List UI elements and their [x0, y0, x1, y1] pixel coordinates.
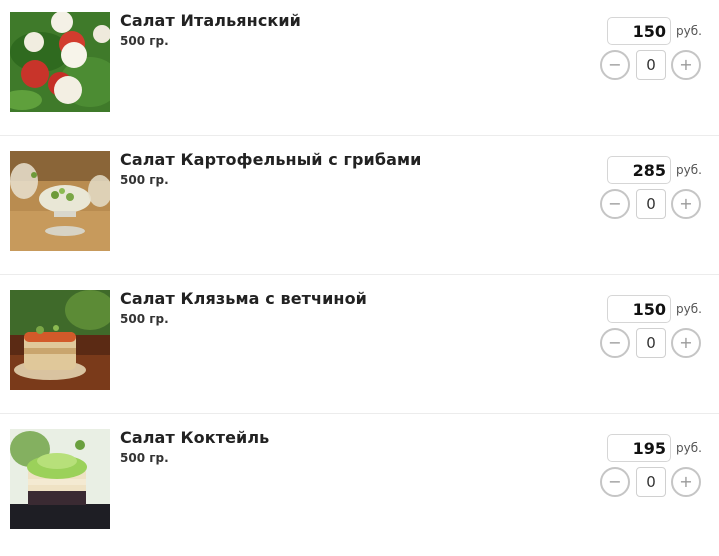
- decrease-quantity-button[interactable]: −: [600, 50, 630, 80]
- currency-label: руб.: [676, 302, 702, 316]
- price-field: 195: [607, 434, 671, 462]
- item-weight: 500 гр.: [120, 451, 169, 465]
- quantity-input[interactable]: 0: [636, 467, 666, 497]
- plus-icon: +: [679, 194, 693, 213]
- currency-label: руб.: [676, 163, 702, 177]
- decrease-quantity-button[interactable]: −: [600, 467, 630, 497]
- increase-quantity-button[interactable]: +: [671, 328, 701, 358]
- increase-quantity-button[interactable]: +: [671, 50, 701, 80]
- salad-cocktail-image[interactable]: [10, 429, 110, 529]
- plus-icon: +: [679, 472, 693, 491]
- item-weight: 500 гр.: [120, 173, 169, 187]
- item-weight: 500 гр.: [120, 312, 169, 326]
- divider: [0, 274, 719, 275]
- menu-item: Салат Картофельный с грибами 500 гр. 285…: [0, 139, 719, 278]
- increase-quantity-button[interactable]: +: [671, 189, 701, 219]
- minus-icon: −: [608, 194, 622, 213]
- menu-item: Салат Клязьма с ветчиной 500 гр. 150 руб…: [0, 278, 719, 417]
- currency-label: руб.: [676, 441, 702, 455]
- quantity-input[interactable]: 0: [636, 50, 666, 80]
- salad-caprese-image[interactable]: [10, 12, 110, 112]
- minus-icon: −: [608, 472, 622, 491]
- item-title: Салат Картофельный с грибами: [120, 150, 422, 169]
- divider: [0, 413, 719, 414]
- currency-label: руб.: [676, 24, 702, 38]
- divider: [0, 135, 719, 136]
- item-weight: 500 гр.: [120, 34, 169, 48]
- quantity-input[interactable]: 0: [636, 328, 666, 358]
- price-field: 285: [607, 156, 671, 184]
- menu-item: Салат Итальянский 500 гр. 150 руб. − 0 +: [0, 0, 719, 139]
- item-title: Салат Коктейль: [120, 428, 270, 447]
- menu-item: Салат Коктейль 500 гр. 195 руб. − 0 +: [0, 417, 719, 556]
- minus-icon: −: [608, 333, 622, 352]
- item-title: Салат Клязьма с ветчиной: [120, 289, 367, 308]
- plus-icon: +: [679, 333, 693, 352]
- plus-icon: +: [679, 55, 693, 74]
- minus-icon: −: [608, 55, 622, 74]
- item-title: Салат Итальянский: [120, 11, 301, 30]
- decrease-quantity-button[interactable]: −: [600, 189, 630, 219]
- salad-potato-image[interactable]: [10, 151, 110, 251]
- increase-quantity-button[interactable]: +: [671, 467, 701, 497]
- price-field: 150: [607, 17, 671, 45]
- decrease-quantity-button[interactable]: −: [600, 328, 630, 358]
- salad-ham-image[interactable]: [10, 290, 110, 390]
- quantity-input[interactable]: 0: [636, 189, 666, 219]
- price-field: 150: [607, 295, 671, 323]
